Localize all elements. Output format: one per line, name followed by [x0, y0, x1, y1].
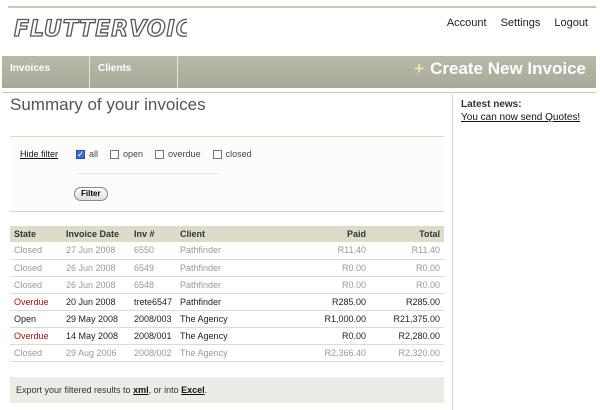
header-paid[interactable]: Paid [266, 226, 370, 242]
export-prefix: Export your filtered results to [16, 385, 131, 395]
create-new-invoice-label: Create New Invoice [430, 59, 586, 78]
table-row[interactable]: Closed 27 Jun 2008 6550 Pathfinder R11.4… [10, 242, 444, 260]
cell-state: Closed [10, 259, 62, 277]
export-excel-link[interactable]: Excel [181, 385, 205, 395]
create-new-invoice-button[interactable]: + Create New Invoice [414, 56, 596, 88]
cell-state: Closed [10, 344, 62, 362]
cell-state: Overdue [10, 293, 62, 311]
checkbox-overdue[interactable] [155, 149, 165, 159]
cell-date: 29 May 2008 [62, 310, 130, 328]
cell-paid: R0.00 [266, 259, 370, 277]
checkbox-open[interactable] [110, 149, 120, 159]
page-title: Summary of your invoices [10, 95, 206, 114]
cell-total: R0.00 [370, 276, 444, 294]
main-navbar: Invoices Clients + Create New Invoice [2, 56, 596, 88]
latest-news-link[interactable]: You can now send Quotes! [461, 112, 598, 123]
cell-paid: R11.40 [266, 242, 370, 260]
cell-date: 26 Jun 2008 [62, 259, 130, 277]
filter-panel: Hide filter all open overdue closed Filt… [10, 136, 444, 212]
filter-option-open[interactable]: open [110, 149, 143, 159]
checkbox-all[interactable] [76, 149, 85, 160]
cell-state: Open [10, 310, 62, 328]
table-header-row: State Invoice Date Inv # Client Paid Tot… [10, 226, 444, 242]
cell-date: 27 Jun 2008 [62, 242, 130, 260]
cell-client: Pathfinder [176, 293, 267, 311]
cell-paid: R0.00 [266, 327, 370, 345]
export-bar: Export your filtered results to xml, or … [10, 377, 444, 403]
table-row[interactable]: Overdue 20 Jun 2008 trete6547 Pathfinder… [10, 293, 444, 311]
cell-client: The Agency [176, 310, 267, 328]
filter-options: all open overdue closed [76, 149, 252, 160]
nav-bottom-rule [2, 92, 596, 93]
export-middle: , or into [148, 385, 179, 395]
table-row[interactable]: Closed 26 Jun 2008 6549 Pathfinder R0.00… [10, 259, 444, 277]
cell-date: 26 Jun 2008 [62, 276, 130, 294]
header-inv-number[interactable]: Inv # [130, 226, 177, 242]
cell-total: R0.00 [370, 259, 444, 277]
cell-inv[interactable]: 2008/001 [130, 327, 177, 345]
table-row[interactable]: Overdue 14 May 2008 2008/001 The Agency … [10, 327, 444, 345]
cell-state: Closed [10, 242, 62, 260]
filter-button[interactable]: Filter [74, 187, 108, 201]
cell-paid: R285.00 [266, 293, 370, 311]
cell-date: 29 Aug 2006 [62, 344, 130, 362]
latest-news-label: Latest news: [461, 99, 522, 110]
header-state[interactable]: State [10, 226, 62, 242]
cell-date: 14 May 2008 [62, 327, 130, 345]
fluttervoice-logo[interactable]: FLUTTERVOICE [12, 14, 208, 42]
cell-paid: R1,000.00 [266, 310, 370, 328]
filter-overdue-label: overdue [168, 149, 201, 159]
cell-inv[interactable]: 6550 [130, 242, 177, 260]
cell-date: 20 Jun 2008 [62, 293, 130, 311]
top-rule [8, 6, 596, 8]
cell-client: The Agency [176, 344, 267, 362]
cell-total: R21,375.00 [370, 310, 444, 328]
tab-invoices[interactable]: Invoices [2, 56, 90, 88]
filter-option-closed[interactable]: closed [212, 149, 252, 159]
export-suffix: . [204, 385, 208, 395]
sidebar: Latest news: You can now send Quotes! [452, 94, 598, 410]
hide-filter-link[interactable]: Hide filter [20, 149, 58, 159]
cell-total: R2,320.00 [370, 344, 444, 362]
cell-paid: R2,366.40 [266, 344, 370, 362]
header-invoice-date[interactable]: Invoice Date [62, 226, 130, 242]
settings-link[interactable]: Settings [501, 17, 541, 29]
table-row[interactable]: Open 29 May 2008 2008/003 The Agency R1,… [10, 310, 444, 328]
cell-inv[interactable]: 2008/003 [130, 310, 177, 328]
filter-option-overdue[interactable]: overdue [155, 149, 201, 159]
cell-inv[interactable]: 6549 [130, 259, 177, 277]
header-total[interactable]: Total [370, 226, 444, 242]
cell-client: Pathfinder [176, 276, 267, 294]
cell-total: R285.00 [370, 293, 444, 311]
cell-state: Closed [10, 276, 62, 294]
filter-option-all[interactable]: all [76, 149, 99, 160]
logout-link[interactable]: Logout [554, 17, 588, 29]
filter-open-label: open [123, 149, 144, 159]
invoices-table: State Invoice Date Inv # Client Paid Tot… [10, 226, 444, 362]
account-link[interactable]: Account [447, 17, 487, 29]
logo-text: FLUTTERVOICE [14, 17, 187, 42]
cell-total: R2,280.00 [370, 327, 444, 345]
plus-icon: + [414, 59, 425, 78]
table-row[interactable]: Closed 26 Jun 2008 6548 Pathfinder R0.00… [10, 276, 444, 294]
cell-client: Pathfinder [176, 242, 267, 260]
cell-inv[interactable]: 2008/002 [130, 344, 177, 362]
table-row[interactable]: Closed 29 Aug 2006 2008/002 The Agency R… [10, 344, 444, 362]
cell-inv[interactable]: trete6547 [130, 293, 177, 311]
filter-separator [78, 173, 218, 174]
filter-closed-label: closed [225, 149, 252, 159]
cell-client: The Agency [176, 327, 267, 345]
header-client[interactable]: Client [176, 226, 267, 242]
cell-client: Pathfinder [176, 259, 267, 277]
cell-total: R11.40 [370, 242, 444, 260]
cell-paid: R0.00 [266, 276, 370, 294]
filter-all-label: all [89, 149, 99, 159]
top-navigation: Account Settings Logout [447, 17, 588, 29]
tab-clients[interactable]: Clients [90, 56, 178, 88]
cell-inv[interactable]: 6548 [130, 276, 177, 294]
checkbox-closed[interactable] [212, 149, 222, 159]
cell-state: Overdue [10, 327, 62, 345]
export-xml-link[interactable]: xml [133, 385, 149, 395]
